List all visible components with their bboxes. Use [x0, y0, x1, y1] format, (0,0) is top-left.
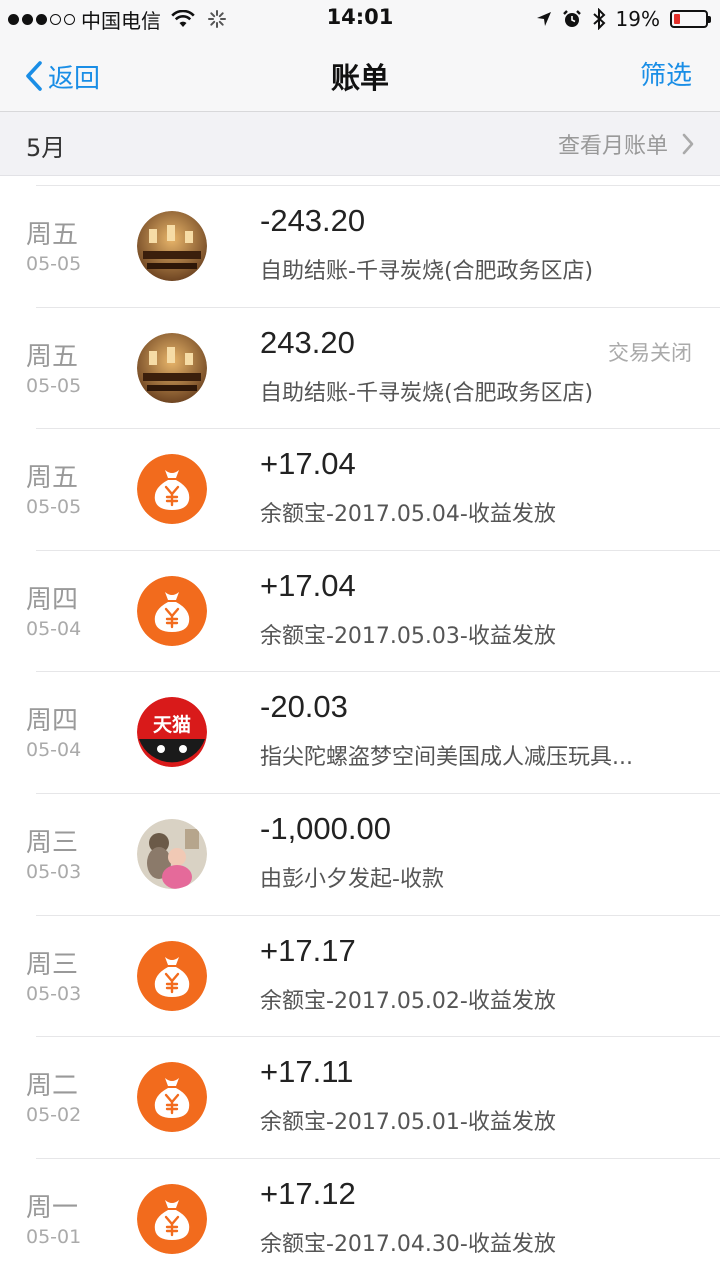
tmall-logo-text: 天猫 — [153, 713, 191, 736]
bill-weekday: 周四 — [26, 706, 79, 737]
bill-amount: -1,000.00 — [260, 810, 391, 846]
row-divider — [36, 549, 720, 551]
bill-description: 余额宝-2017.05.02-收益发放 — [260, 988, 556, 1014]
bluetooth-icon — [592, 8, 606, 30]
status-bar: 中国电信 14:01 19% — [0, 0, 720, 40]
row-divider — [36, 1036, 720, 1038]
bill-weekday: 周三 — [26, 949, 79, 980]
yuebao-moneybag-icon — [137, 454, 207, 525]
bill-weekday: 周三 — [26, 827, 79, 858]
bill-amount: +17.11 — [260, 1054, 354, 1090]
bill-amount: +17.17 — [260, 932, 356, 968]
bill-list-item[interactable]: 周四 05-04 +17.04 余额宝-2017.05.03-收益发放 — [0, 549, 720, 672]
yuebao-moneybag-icon — [137, 1183, 207, 1254]
bill-date: 05-05 — [26, 496, 82, 519]
location-arrow-icon — [536, 11, 552, 27]
bill-weekday: 周五 — [26, 463, 79, 494]
bill-list-item[interactable]: 周一 05-01 +17.12 余额宝-2017.04.30-收益发放 — [0, 1157, 720, 1280]
bill-description: 自助结账-千寻炭烧(合肥政务区店) — [260, 380, 594, 406]
page-title: 账单 — [330, 61, 389, 95]
bill-description: 余额宝-2017.05.04-收益发放 — [260, 502, 556, 528]
row-divider — [36, 671, 720, 673]
bill-weekday: 周一 — [26, 1192, 79, 1223]
battery-icon — [670, 10, 711, 28]
bill-weekday: 周五 — [26, 341, 79, 372]
bill-list-item[interactable]: 周五 05-05 -243.20 自助结账-千寻炭烧(合肥政务区店) — [0, 185, 720, 307]
bill-list-item[interactable]: 周五 05-05 +17.04 余额宝-2017.05.04-收益发放 — [0, 428, 720, 550]
bill-date: 05-04 — [26, 739, 82, 762]
bill-description: 余额宝-2017.05.03-收益发放 — [260, 623, 556, 649]
status-right: 19% — [536, 6, 711, 32]
bill-list-item[interactable]: 周四 05-04 天猫 -20.03 指尖陀螺盗梦空间美国成人减压玩具... — [0, 671, 720, 793]
bill-weekday: 周四 — [26, 584, 79, 615]
bill-date: 05-02 — [26, 1104, 82, 1127]
bill-description: 指尖陀螺盗梦空间美国成人减压玩具... — [260, 745, 633, 771]
bill-list-item[interactable]: 周三 05-03 -1,000.00 由彭小夕发起-收款 — [0, 792, 720, 915]
row-divider — [36, 792, 720, 794]
bill-amount: +17.04 — [260, 567, 356, 603]
bill-description: 自助结账-千寻炭烧(合肥政务区店) — [260, 259, 594, 284]
row-divider — [36, 185, 720, 186]
battery-level-fill — [674, 14, 680, 24]
battery-percentage: 19% — [615, 7, 660, 31]
yuebao-moneybag-icon — [137, 940, 207, 1011]
row-divider — [36, 1157, 720, 1159]
bill-weekday: 周二 — [26, 1071, 79, 1102]
bill-date: 05-05 — [26, 374, 82, 397]
navigation-bar: 返回 账单 筛选 — [0, 40, 720, 112]
yuebao-moneybag-icon — [137, 1062, 207, 1133]
bill-date: 05-04 — [26, 617, 82, 640]
chevron-right-icon — [682, 133, 694, 155]
tmall-logo: 天猫 — [137, 697, 207, 768]
restaurant-photo — [137, 211, 207, 281]
row-divider — [36, 306, 720, 308]
row-divider — [36, 428, 720, 430]
bill-amount: +17.12 — [260, 1175, 356, 1211]
bill-list-item[interactable]: 周二 05-02 +17.11 余额宝-2017.05.01-收益发放 — [0, 1036, 720, 1158]
bill-date: 05-03 — [26, 982, 82, 1005]
row-divider — [36, 914, 720, 916]
month-label: 5月 — [26, 134, 66, 162]
month-section-header: 5月 查看月账单 — [0, 112, 720, 176]
bill-date: 05-01 — [26, 1225, 82, 1248]
filter-button[interactable]: 筛选 — [640, 56, 692, 96]
restaurant-photo — [137, 332, 207, 403]
bill-description: 余额宝-2017.05.01-收益发放 — [260, 1110, 556, 1136]
bill-weekday: 周五 — [26, 220, 79, 250]
bill-description: 由彭小夕发起-收款 — [260, 866, 444, 892]
bill-list: 周五 05-05 -243.20 自助结账-千寻炭烧(合肥政务区店) 周五 05-05 24… — [0, 185, 720, 1279]
alarm-icon — [562, 9, 582, 29]
view-monthly-bill-link[interactable]: 查看月账单 — [558, 128, 694, 160]
yuebao-moneybag-icon — [137, 575, 207, 646]
bill-amount: 243.20 — [260, 324, 355, 360]
bill-date: 05-05 — [26, 253, 82, 275]
bill-amount: -243.20 — [260, 203, 366, 238]
bill-date: 05-03 — [26, 860, 82, 883]
bill-amount: +17.04 — [260, 446, 356, 482]
person-photo — [137, 818, 207, 889]
bill-list-item[interactable]: 周三 05-03 +17.17 余额宝-2017.05.02-收益发放 — [0, 914, 720, 1037]
bill-amount: -20.03 — [260, 689, 348, 725]
bill-description: 余额宝-2017.04.30-收益发放 — [260, 1231, 556, 1257]
view-monthly-bill-label: 查看月账单 — [557, 134, 668, 159]
bill-list-item[interactable]: 周五 05-05 243.20 自助结账-千寻炭烧(合肥政务区店) 交易关闭 — [0, 306, 720, 429]
bill-status: 交易关闭 — [608, 340, 692, 365]
